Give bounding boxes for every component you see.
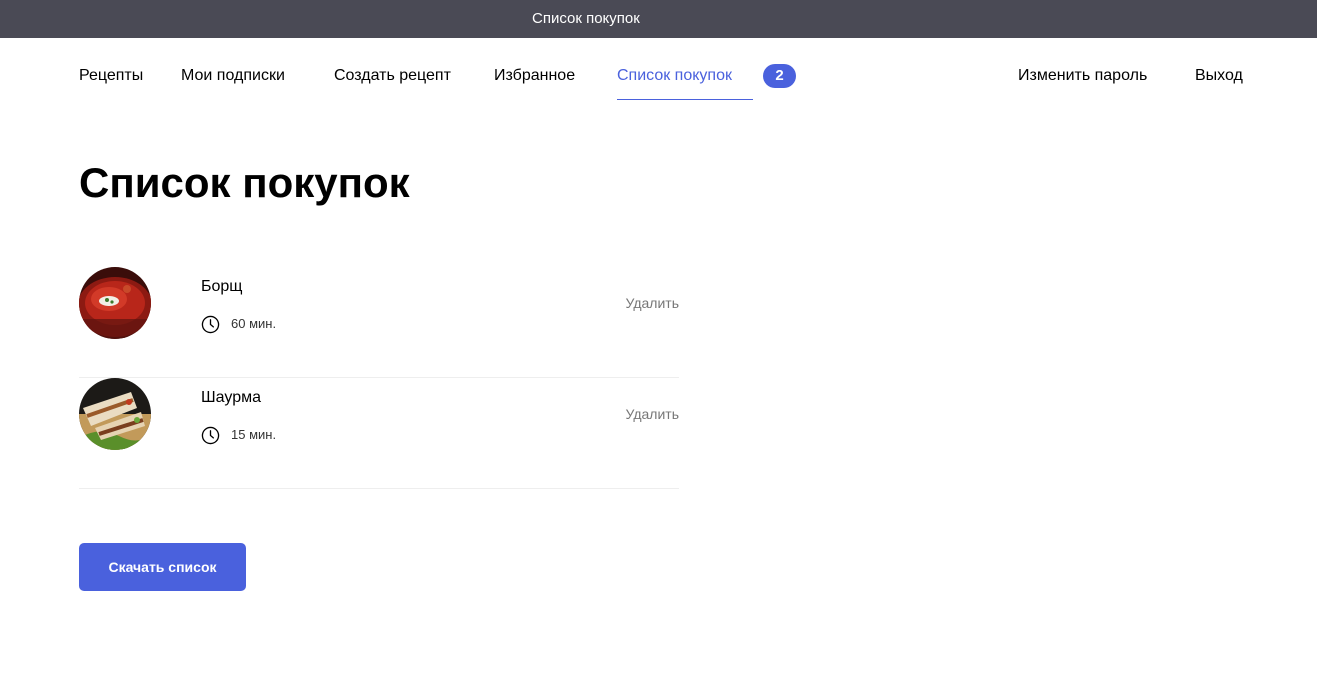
nav-link-recipes[interactable]: Рецепты [79, 66, 143, 86]
nav-link-logout[interactable]: Выход [1195, 66, 1243, 86]
list-item: Борщ 60 мин. Удалить [79, 267, 679, 378]
cooking-time-text: 60 мин. [231, 316, 277, 331]
download-list-button[interactable]: Скачать список [79, 543, 246, 591]
clock-icon [201, 426, 220, 444]
cooking-time-text: 15 мин. [231, 427, 277, 442]
window-title: Список покупок [532, 10, 640, 27]
cooking-time: 60 мин. [201, 314, 276, 334]
page-title: Список покупок [79, 159, 410, 206]
nav-link-create-recipe[interactable]: Создать рецепт [334, 66, 451, 86]
nav-link-change-password[interactable]: Изменить пароль [1018, 66, 1147, 86]
list-item: Шаурма 15 мин. Удалить [79, 378, 679, 489]
active-tab-underline [617, 99, 753, 100]
shawarma-photo-icon [79, 378, 151, 450]
borscht-photo-icon [79, 267, 151, 339]
window-title-bar: Список покупок [0, 0, 1317, 38]
clock-icon [201, 315, 220, 333]
recipe-name: Шаурма [201, 389, 261, 406]
recipe-name: Борщ [201, 278, 243, 295]
remove-button[interactable]: Удалить [626, 405, 679, 423]
nav-link-favorites[interactable]: Избранное [494, 66, 575, 86]
remove-button[interactable]: Удалить [626, 294, 679, 312]
nav-link-shopping-list[interactable]: Список покупок [617, 66, 732, 86]
shopping-list-count-badge: 2 [763, 64, 796, 88]
cooking-time: 15 мин. [201, 425, 276, 445]
nav-link-subscriptions[interactable]: Мои подписки [181, 66, 285, 86]
